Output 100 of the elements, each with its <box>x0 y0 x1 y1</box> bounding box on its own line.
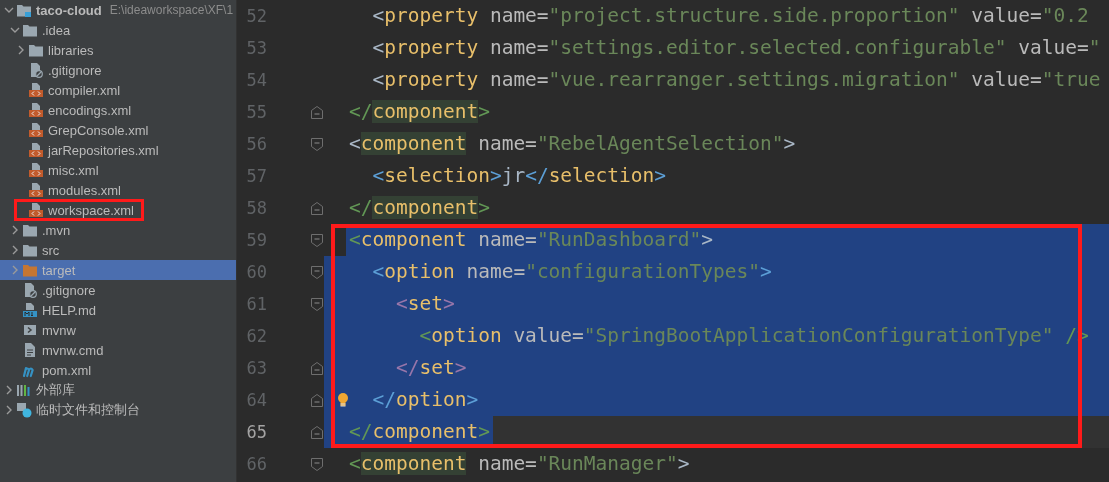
folder-icon <box>22 22 38 38</box>
tree-item[interactable]: 临时文件和控制台 <box>0 400 236 420</box>
chevron-right-icon[interactable] <box>4 405 14 415</box>
code-line: <component name="RebelAgentSelection"> <box>348 131 797 157</box>
tree-item-label: pom.xml <box>42 362 92 378</box>
tree-item-label: .gitignore <box>48 62 102 78</box>
xml-file-icon <box>28 142 44 158</box>
line-number: 65 <box>245 422 267 442</box>
folder-icon <box>22 262 38 278</box>
line-number: 61 <box>245 294 267 314</box>
line-number: 59 <box>245 230 267 250</box>
tree-item[interactable]: GrepConsole.xml <box>0 120 236 140</box>
line-number: 62 <box>245 326 267 346</box>
tree-item-label: .idea <box>42 22 71 38</box>
tree-item[interactable]: libraries <box>0 40 236 60</box>
line-number: 55 <box>245 102 267 122</box>
folder-icon <box>22 222 38 238</box>
tree-item[interactable]: encodings.xml <box>0 100 236 120</box>
tree-item-label: compiler.xml <box>48 82 121 98</box>
code-line: <component name="RunManager"> <box>348 451 691 477</box>
text-file-icon <box>22 342 38 358</box>
code-line: <property name="vue.rearranger.settings.migration" value="true <box>371 67 1102 93</box>
fold-marker-icon[interactable] <box>311 393 323 407</box>
tree-item[interactable]: jarRepositories.xml <box>0 140 236 160</box>
line-number: 52 <box>245 6 267 26</box>
fold-marker-icon[interactable] <box>311 105 323 119</box>
module-folder-icon <box>16 2 32 18</box>
code-line: <property name="project.structure.side.proportion" value="0.2 <box>371 3 1090 29</box>
fold-marker-icon[interactable] <box>311 265 323 279</box>
tree-item-label: 临时文件和控制台 <box>36 401 140 419</box>
fold-marker-icon[interactable] <box>311 425 323 439</box>
tree-item-label: .mvn <box>42 222 71 238</box>
tree-item[interactable]: .gitignore <box>0 280 236 300</box>
tree-item[interactable]: compiler.xml <box>0 80 236 100</box>
tree-item[interactable]: workspace.xml <box>0 200 236 220</box>
lightbulb-icon[interactable] <box>337 392 349 408</box>
line-number: 63 <box>245 358 267 378</box>
tree-item[interactable]: taco-cloud E:\ideaworkspace\XF\1 <box>0 0 236 20</box>
tree-item[interactable]: misc.xml <box>0 160 236 180</box>
chevron-down-icon[interactable] <box>10 25 20 35</box>
fold-marker-icon[interactable] <box>311 361 323 375</box>
line-number: 58 <box>245 198 267 218</box>
markdown-file-icon <box>22 302 38 318</box>
xml-file-icon <box>28 182 44 198</box>
fold-marker-icon[interactable] <box>311 297 323 311</box>
line-number: 54 <box>245 70 267 90</box>
fold-marker-icon[interactable] <box>311 233 323 247</box>
tree-item-label: jarRepositories.xml <box>48 142 159 158</box>
xml-file-icon <box>28 82 44 98</box>
line-number: 53 <box>245 38 267 58</box>
line-number: 60 <box>245 262 267 282</box>
ignored-file-icon <box>28 62 44 78</box>
fold-marker-icon[interactable] <box>311 457 323 471</box>
xml-file-icon <box>28 162 44 178</box>
code-line: <property name="settings.editor.selected.configurable" value=" <box>371 35 1102 61</box>
chevron-down-icon[interactable] <box>4 5 14 15</box>
line-number: 64 <box>245 390 267 410</box>
tree-item[interactable]: 外部库 <box>0 380 236 400</box>
tree-item[interactable]: mvnw.cmd <box>0 340 236 360</box>
project-path: E:\ideaworkspace\XF\1 <box>109 3 234 17</box>
tree-item-label: mvnw <box>42 322 76 338</box>
xml-file-icon <box>28 122 44 138</box>
code-line: <selection>jr</selection> <box>371 163 668 189</box>
chevron-right-icon[interactable] <box>10 245 20 255</box>
tree-item[interactable]: .mvn <box>0 220 236 240</box>
tree-item[interactable]: HELP.md <box>0 300 236 320</box>
terminal-file-icon <box>22 322 38 338</box>
tree-item[interactable]: pom.xml <box>0 360 236 380</box>
chevron-right-icon[interactable] <box>4 385 14 395</box>
folder-icon <box>22 242 38 258</box>
tree-item[interactable]: .gitignore <box>0 60 236 80</box>
tree-item[interactable]: .idea <box>0 20 236 40</box>
line-number: 66 <box>245 454 267 474</box>
xml-file-icon <box>28 102 44 118</box>
tree-item-label: .gitignore <box>42 282 96 298</box>
tree-item-label: libraries <box>48 42 94 58</box>
tree-item[interactable]: src <box>0 240 236 260</box>
code-line: </component> <box>348 195 491 221</box>
library-icon <box>16 382 32 398</box>
line-number: 56 <box>245 134 267 154</box>
tree-item-label: taco-cloud <box>36 2 102 18</box>
folder-icon <box>28 42 44 58</box>
line-number: 57 <box>245 166 267 186</box>
tree-item-label: mvnw.cmd <box>42 342 104 358</box>
fold-marker-icon[interactable] <box>311 201 323 215</box>
chevron-right-icon[interactable] <box>10 225 20 235</box>
scratch-file-icon <box>16 402 32 418</box>
tree-item[interactable]: mvnw <box>0 320 236 340</box>
fold-marker-icon[interactable] <box>311 137 323 151</box>
tree-item-label: GrepConsole.xml <box>48 122 149 138</box>
tree-item-label: misc.xml <box>48 162 99 178</box>
chevron-right-icon[interactable] <box>10 265 20 275</box>
tree-item-label: modules.xml <box>48 182 121 198</box>
tree-item-label: 外部库 <box>36 381 75 399</box>
tree-item-label: src <box>42 242 60 258</box>
tree-item[interactable]: modules.xml <box>0 180 236 200</box>
code-line: </component> <box>348 99 491 125</box>
tree-item-label: HELP.md <box>42 302 96 318</box>
chevron-right-icon[interactable] <box>16 45 26 55</box>
tree-item-label: workspace.xml <box>48 202 134 218</box>
